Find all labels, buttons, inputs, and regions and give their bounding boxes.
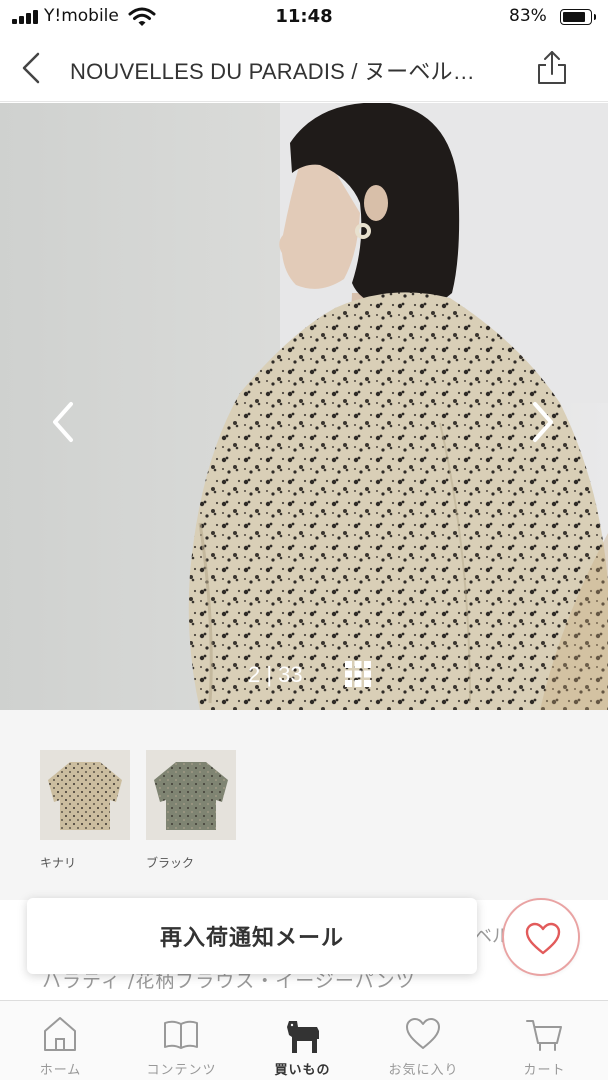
tab-shopping[interactable]: 買いもの <box>242 1001 363 1080</box>
gallery-counter: 2 | 33 <box>248 662 303 687</box>
gallery-next-button[interactable] <box>526 399 560 445</box>
color-variant-kinari[interactable] <box>40 750 130 840</box>
heart-icon <box>525 922 561 955</box>
book-icon <box>164 1020 198 1049</box>
tab-label: 買いもの <box>274 1063 331 1078</box>
status-bar: Y!mobile 11:48 83% <box>0 0 608 34</box>
bottom-tab-bar: ホーム コンテンツ 買いもの お気に入り カート <box>0 1000 608 1080</box>
share-button[interactable] <box>532 48 572 88</box>
heart-icon <box>406 1018 440 1049</box>
tab-cart[interactable]: カート <box>484 1001 605 1080</box>
color-variant-label: ブラック <box>146 856 195 870</box>
color-variant-label: キナリ <box>40 856 77 870</box>
product-photo <box>0 103 608 710</box>
grid-icon[interactable] <box>344 660 372 688</box>
tab-label: カート <box>523 1063 566 1078</box>
tab-label: ホーム <box>39 1063 82 1078</box>
color-variants: キナリ ブラック <box>0 710 608 900</box>
product-image-gallery[interactable] <box>0 103 608 710</box>
restock-notify-button[interactable]: 再入荷通知メール <box>27 898 477 974</box>
favorite-button[interactable] <box>502 898 580 976</box>
page-title: NOUVELLES DU PARADIS / ヌーベル… <box>70 59 475 84</box>
tab-label: お気に入り <box>388 1063 459 1078</box>
battery-icon <box>560 9 596 25</box>
tab-home[interactable]: ホーム <box>0 1001 121 1080</box>
tab-label: コンテンツ <box>146 1063 217 1078</box>
cart-icon <box>526 1020 562 1051</box>
tab-contents[interactable]: コンテンツ <box>121 1001 242 1080</box>
back-button[interactable] <box>14 50 50 86</box>
battery-percent: 83% <box>509 6 547 26</box>
gallery-prev-button[interactable] <box>46 399 80 445</box>
tab-favorites[interactable]: お気に入り <box>363 1001 484 1080</box>
home-icon <box>44 1017 76 1051</box>
horse-icon <box>287 1021 319 1053</box>
color-variant-black[interactable] <box>146 750 236 840</box>
nav-header: NOUVELLES DU PARADIS / ヌーベル… <box>0 34 608 102</box>
